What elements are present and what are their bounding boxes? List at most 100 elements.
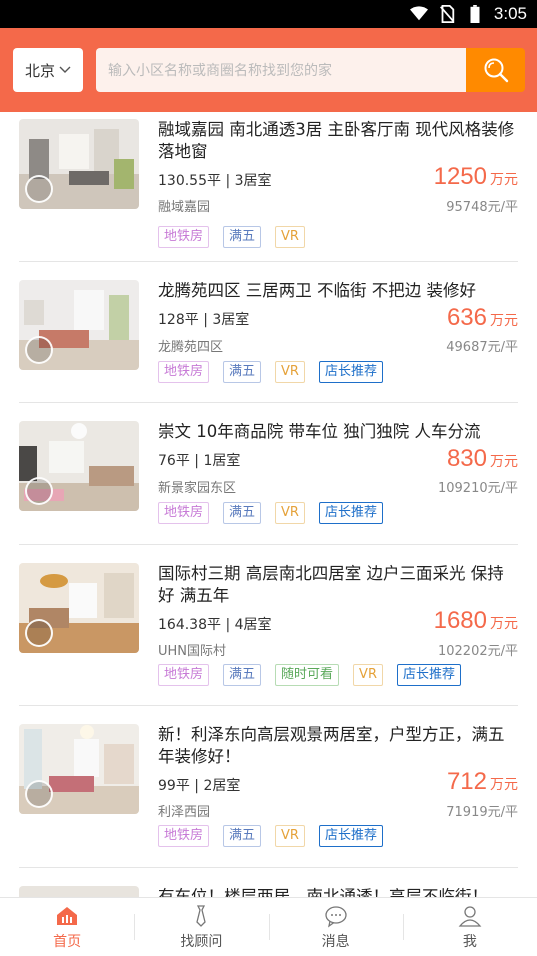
city-label: 北京 bbox=[24, 61, 55, 80]
divider bbox=[19, 705, 518, 706]
listing-area: 76平 bbox=[158, 453, 190, 469]
tie-icon bbox=[196, 904, 207, 927]
listing-photo bbox=[19, 421, 139, 511]
listing-price: 636 万元 bbox=[447, 304, 518, 332]
price-value: 712 bbox=[446, 768, 487, 795]
tab-home-label: 首页 bbox=[53, 933, 82, 950]
spec-separator: | bbox=[225, 617, 235, 633]
listing-unit-price: 71919元/平 bbox=[446, 805, 518, 820]
vr-badge-icon bbox=[25, 477, 53, 505]
listing-unit-price: 95748元/平 bbox=[446, 200, 518, 215]
price-value: 636 bbox=[446, 304, 487, 331]
tag-five-years: 满五 bbox=[223, 664, 262, 686]
listing-tags: 地铁房 满五 VR 店长推荐 bbox=[158, 502, 383, 524]
header: 北京 输入小区名称或商圈名称找到您的家 bbox=[0, 28, 537, 112]
listing-community: 龙腾苑四区 bbox=[158, 340, 224, 355]
tag-vr: VR bbox=[275, 502, 305, 524]
price-value: 830 bbox=[446, 445, 487, 472]
message-icon bbox=[324, 905, 347, 927]
listing-unit-price: 49687元/平 bbox=[446, 340, 518, 355]
tab-home[interactable]: 首页 bbox=[0, 898, 134, 956]
tag-view-anytime: 随时可看 bbox=[275, 664, 340, 686]
tab-me-label: 我 bbox=[462, 933, 477, 950]
price-value: 1680 bbox=[433, 607, 487, 634]
spec-separator: | bbox=[203, 312, 213, 328]
listing-rooms: 2居室 bbox=[203, 778, 241, 794]
listing-title: 国际村三期 高层南北四居室 边户三面采光 保持好 满五年 bbox=[158, 564, 504, 605]
tag-subway: 地铁房 bbox=[158, 361, 210, 383]
search-input[interactable]: 输入小区名称或商圈名称找到您的家 bbox=[96, 48, 466, 92]
listing-tags: 地铁房 满五 VR bbox=[158, 226, 305, 248]
listing-photo bbox=[19, 563, 139, 653]
city-selector[interactable]: 北京 bbox=[13, 48, 83, 92]
listing-area: 130.55平 bbox=[158, 173, 221, 189]
tag-manager-recommend: 店长推荐 bbox=[318, 361, 383, 383]
listing-list[interactable]: 融域嘉园 南北通透3居 主卧客厅南 现代风格装修落地窗 130.55平 | 3居… bbox=[0, 112, 537, 897]
listing-community: UHN国际村 bbox=[158, 644, 227, 659]
tab-me[interactable]: 我 bbox=[402, 898, 537, 956]
tag-five-years: 满五 bbox=[223, 361, 262, 383]
tag-manager-recommend: 店长推荐 bbox=[396, 664, 461, 686]
divider bbox=[19, 261, 518, 262]
price-unit: 万元 bbox=[490, 172, 518, 188]
listing-rooms: 1居室 bbox=[203, 453, 241, 469]
listing-spec: 76平 | 1居室 bbox=[158, 450, 240, 470]
tab-advisor[interactable]: 找顾问 bbox=[134, 898, 268, 956]
listing-spec: 99平 | 2居室 bbox=[158, 775, 240, 795]
listing-rooms: 4居室 bbox=[234, 617, 272, 633]
listing-unit-price: 109210元/平 bbox=[437, 481, 518, 496]
vr-badge-icon bbox=[25, 780, 53, 808]
listing-photo bbox=[19, 886, 139, 897]
listing-item[interactable]: 国际村三期 高层南北四居室 边户三面采光 保持好 满五年 164.38平 | 4… bbox=[19, 563, 518, 693]
listing-unit-price: 102202元/平 bbox=[437, 644, 518, 659]
chevron-down-icon bbox=[59, 66, 71, 73]
tag-five-years: 满五 bbox=[223, 825, 262, 847]
listing-item[interactable]: 融域嘉园 南北通透3居 主卧客厅南 现代风格装修落地窗 130.55平 | 3居… bbox=[19, 119, 518, 249]
home-icon bbox=[57, 906, 78, 925]
listing-community: 新景家园东区 bbox=[158, 481, 237, 496]
listing-title: 有车位！楼层两居，南北通透！高层不临街！ bbox=[158, 887, 488, 897]
wifi-icon bbox=[409, 6, 428, 21]
price-unit: 万元 bbox=[490, 777, 518, 793]
search-icon bbox=[484, 58, 508, 83]
listing-photo bbox=[19, 119, 139, 209]
listing-item[interactable]: 新！利泽东向高层观景两居室，户型方正，满五年装修好！ 99平 | 2居室 利泽西… bbox=[19, 724, 518, 854]
listing-community: 融域嘉园 bbox=[158, 200, 211, 215]
tab-messages[interactable]: 消息 bbox=[268, 898, 403, 956]
listing-rooms: 3居室 bbox=[212, 312, 250, 328]
listing-item[interactable]: 崇文 10年商品院 带车位 独门独院 人车分流 76平 | 1居室 新景家园东区… bbox=[19, 421, 518, 531]
listing-title: 崇文 10年商品院 带车位 独门独院 人车分流 bbox=[158, 422, 481, 441]
tag-vr: VR bbox=[275, 226, 305, 248]
listing-tags: 地铁房 满五 VR 店长推荐 bbox=[158, 361, 383, 383]
listing-rooms: 3居室 bbox=[234, 173, 272, 189]
listing-tags: 地铁房 满五 随时可看 VR 店长推荐 bbox=[158, 664, 461, 686]
listing-photo bbox=[19, 724, 139, 814]
tab-advisor-label: 找顾问 bbox=[180, 933, 223, 950]
divider bbox=[19, 402, 518, 403]
listing-tags: 地铁房 满五 VR 店长推荐 bbox=[158, 825, 383, 847]
listing-price: 1680 万元 bbox=[434, 607, 518, 635]
price-value: 1250 bbox=[433, 163, 487, 190]
tag-vr: VR bbox=[275, 361, 305, 383]
tag-manager-recommend: 店长推荐 bbox=[318, 502, 383, 524]
listing-price: 1250 万元 bbox=[434, 163, 518, 191]
vr-badge-icon bbox=[25, 175, 53, 203]
divider bbox=[19, 544, 518, 545]
search-placeholder: 输入小区名称或商圈名称找到您的家 bbox=[108, 63, 332, 79]
listing-item[interactable]: 有车位！楼层两居，南北通透！高层不临街！ bbox=[19, 886, 518, 897]
tab-messages-label: 消息 bbox=[321, 933, 350, 950]
search-button[interactable] bbox=[466, 48, 525, 92]
listing-title: 融域嘉园 南北通透3居 主卧客厅南 现代风格装修落地窗 bbox=[158, 120, 515, 161]
tag-vr: VR bbox=[275, 825, 305, 847]
status-time: 3:05 bbox=[493, 4, 527, 23]
tag-five-years: 满五 bbox=[223, 502, 262, 524]
vr-badge-icon bbox=[25, 336, 53, 364]
listing-title: 龙腾苑四区 三居两卫 不临街 不把边 装修好 bbox=[158, 281, 476, 300]
tag-subway: 地铁房 bbox=[158, 825, 210, 847]
battery-icon bbox=[470, 5, 480, 23]
listing-item[interactable]: 龙腾苑四区 三居两卫 不临街 不把边 装修好 128平 | 3居室 龙腾苑四区 … bbox=[19, 280, 518, 390]
status-bar: 3:05 bbox=[0, 0, 537, 28]
listing-spec: 128平 | 3居室 bbox=[158, 309, 249, 329]
price-unit: 万元 bbox=[490, 454, 518, 470]
price-unit: 万元 bbox=[490, 313, 518, 329]
